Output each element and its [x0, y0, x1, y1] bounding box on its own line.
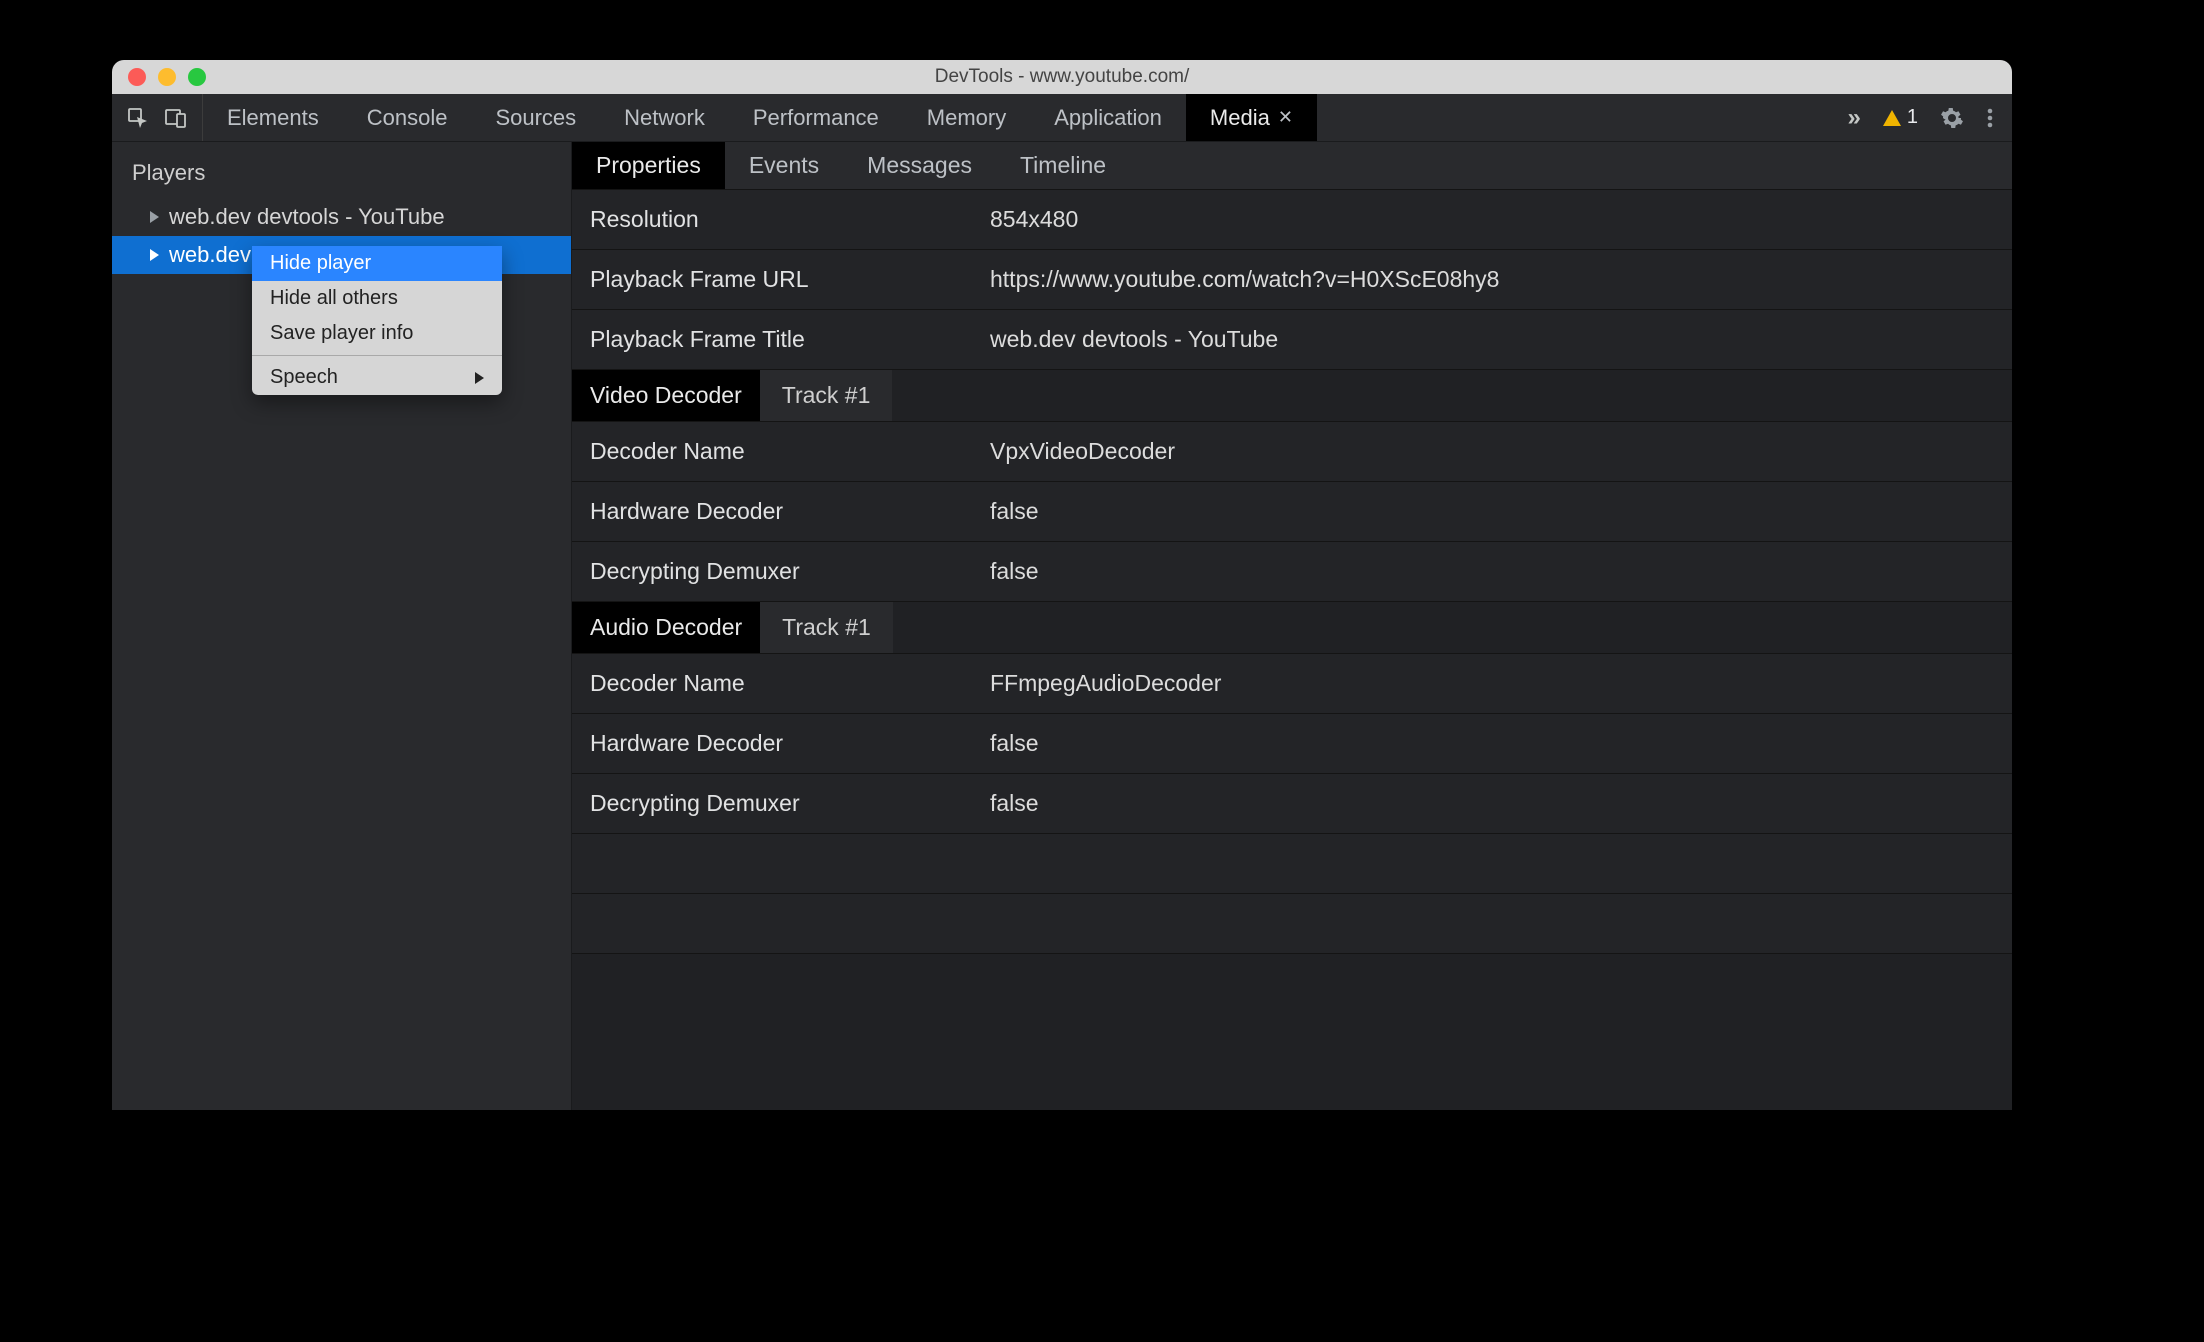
empty-row	[572, 894, 2012, 954]
property-row: Hardware Decoder false	[572, 482, 2012, 542]
property-row: Decoder Name VpxVideoDecoder	[572, 422, 2012, 482]
section-track: Track #1	[760, 370, 893, 421]
subtab-bar: Properties Events Messages Timeline	[572, 142, 2012, 190]
property-row: Decrypting Demuxer false	[572, 774, 2012, 834]
player-list-item[interactable]: web.dev devtools - YouTube	[112, 198, 571, 236]
property-row: Decoder Name FFmpegAudioDecoder	[572, 654, 2012, 714]
property-label: Decrypting Demuxer	[590, 790, 990, 817]
context-menu: Hide player Hide all others Save player …	[252, 246, 502, 395]
tab-console[interactable]: Console	[343, 94, 472, 141]
submenu-arrow-icon	[475, 372, 484, 384]
main-toolbar: Elements Console Sources Network Perform…	[112, 94, 2012, 142]
window-controls	[112, 68, 206, 86]
subtab-events[interactable]: Events	[725, 142, 843, 189]
play-icon	[150, 211, 159, 223]
tab-label: Performance	[753, 105, 879, 131]
device-toolbar-icon[interactable]	[164, 106, 188, 130]
property-value: false	[990, 730, 1039, 757]
property-label: Resolution	[590, 206, 990, 233]
context-item-label: Hide all others	[270, 287, 398, 310]
warnings-indicator[interactable]: 1	[1883, 106, 1918, 129]
properties-panel: Properties Events Messages Timeline Reso…	[572, 142, 2012, 1110]
tab-application[interactable]: Application	[1030, 94, 1186, 141]
property-value: VpxVideoDecoder	[990, 438, 1175, 465]
tab-label: Sources	[495, 105, 576, 131]
subtab-properties[interactable]: Properties	[572, 142, 725, 189]
minimize-window-icon[interactable]	[158, 68, 176, 86]
context-item-label: Speech	[270, 366, 338, 389]
property-value: web.dev devtools - YouTube	[990, 326, 1278, 353]
empty-row	[572, 834, 2012, 894]
property-value: false	[990, 498, 1039, 525]
property-row: Hardware Decoder false	[572, 714, 2012, 774]
window-titlebar: DevTools - www.youtube.com/	[112, 60, 2012, 94]
tab-label: Media	[1210, 105, 1270, 131]
settings-icon[interactable]	[1940, 106, 1964, 130]
tab-sources[interactable]: Sources	[471, 94, 600, 141]
tab-performance[interactable]: Performance	[729, 94, 903, 141]
window-title: DevTools - www.youtube.com/	[112, 66, 2012, 88]
section-name: Audio Decoder	[572, 602, 760, 653]
property-row: Resolution 854x480	[572, 190, 2012, 250]
property-value: 854x480	[990, 206, 1078, 233]
warning-icon	[1883, 110, 1901, 126]
tab-memory[interactable]: Memory	[903, 94, 1030, 141]
property-value: FFmpegAudioDecoder	[990, 670, 1221, 697]
property-label: Playback Frame Title	[590, 326, 990, 353]
context-save-player-info[interactable]: Save player info	[252, 316, 502, 351]
subtab-label: Events	[749, 152, 819, 178]
subtab-messages[interactable]: Messages	[843, 142, 996, 189]
property-value: false	[990, 558, 1039, 585]
property-value: false	[990, 790, 1039, 817]
property-label: Playback Frame URL	[590, 266, 990, 293]
context-item-label: Hide player	[270, 252, 371, 275]
tab-label: Network	[624, 105, 705, 131]
context-speech[interactable]: Speech	[252, 360, 502, 395]
players-sidebar: Players web.dev devtools - YouTube web.d…	[112, 142, 572, 1110]
property-label: Decrypting Demuxer	[590, 558, 990, 585]
property-row: Playback Frame URL https://www.youtube.c…	[572, 250, 2012, 310]
section-header-video: Video Decoder Track #1	[572, 370, 2012, 422]
section-header-audio: Audio Decoder Track #1	[572, 602, 2012, 654]
subtab-label: Messages	[867, 152, 972, 178]
context-item-label: Save player info	[270, 322, 413, 345]
tab-label: Console	[367, 105, 448, 131]
property-label: Decoder Name	[590, 438, 990, 465]
more-menu-icon[interactable]	[1986, 106, 1994, 130]
tab-label: Memory	[927, 105, 1006, 131]
section-track: Track #1	[760, 602, 893, 653]
context-hide-all-others[interactable]: Hide all others	[252, 281, 502, 316]
tab-media[interactable]: Media ✕	[1186, 94, 1317, 141]
close-window-icon[interactable]	[128, 68, 146, 86]
inspect-element-icon[interactable]	[126, 106, 150, 130]
tab-network[interactable]: Network	[600, 94, 729, 141]
content-area: Players web.dev devtools - YouTube web.d…	[112, 142, 2012, 1110]
context-separator	[252, 355, 502, 356]
subtab-timeline[interactable]: Timeline	[996, 142, 1130, 189]
tab-elements[interactable]: Elements	[203, 94, 343, 141]
property-label: Hardware Decoder	[590, 730, 990, 757]
section-name: Video Decoder	[572, 370, 760, 421]
subtab-label: Properties	[596, 152, 701, 178]
tab-label: Application	[1054, 105, 1162, 131]
devtools-window: DevTools - www.youtube.com/ Elements Con…	[112, 60, 2012, 1110]
property-label: Hardware Decoder	[590, 498, 990, 525]
property-row: Decrypting Demuxer false	[572, 542, 2012, 602]
subtab-label: Timeline	[1020, 152, 1106, 178]
maximize-window-icon[interactable]	[188, 68, 206, 86]
warnings-count: 1	[1907, 106, 1918, 129]
property-value: https://www.youtube.com/watch?v=H0XScE08…	[990, 266, 1499, 293]
play-icon	[150, 249, 159, 261]
tab-label: Elements	[227, 105, 319, 131]
sidebar-header: Players	[112, 142, 571, 198]
close-tab-icon[interactable]: ✕	[1278, 107, 1293, 128]
property-row: Playback Frame Title web.dev devtools - …	[572, 310, 2012, 370]
overflow-tabs-icon[interactable]: »	[1848, 104, 1861, 132]
player-label: web.dev devtools - YouTube	[169, 204, 445, 230]
context-hide-player[interactable]: Hide player	[252, 246, 502, 281]
property-label: Decoder Name	[590, 670, 990, 697]
